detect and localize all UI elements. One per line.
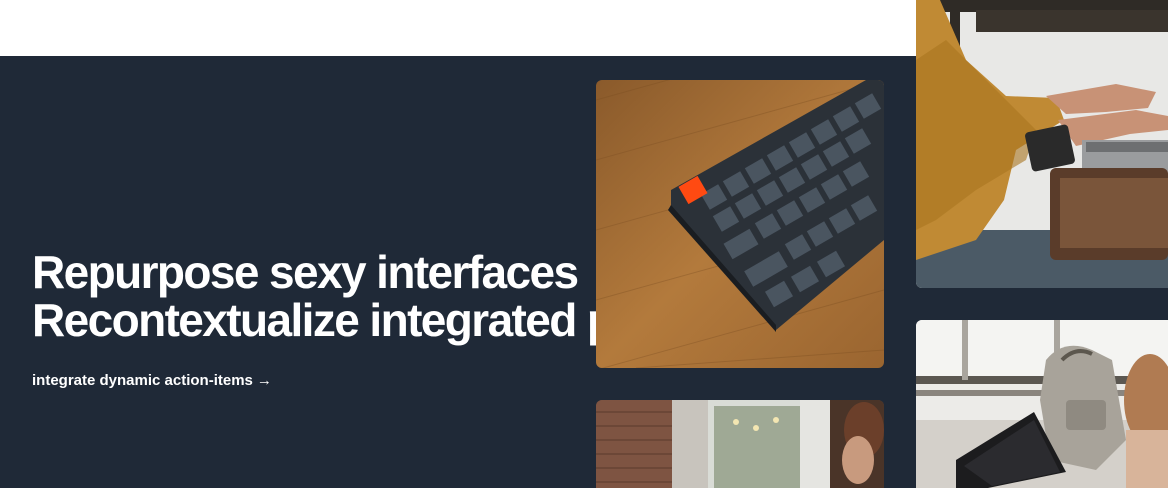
arrow-right-icon: → <box>256 372 272 389</box>
keyboard-photo <box>596 80 884 368</box>
backpack-laptop-photo <box>916 320 1168 488</box>
cta-label: integrate dynamic action-items <box>32 372 253 389</box>
cafe-photo <box>596 400 884 488</box>
typing-photo <box>916 0 1168 288</box>
cta-link[interactable]: integrate dynamic action-items → <box>32 371 272 391</box>
